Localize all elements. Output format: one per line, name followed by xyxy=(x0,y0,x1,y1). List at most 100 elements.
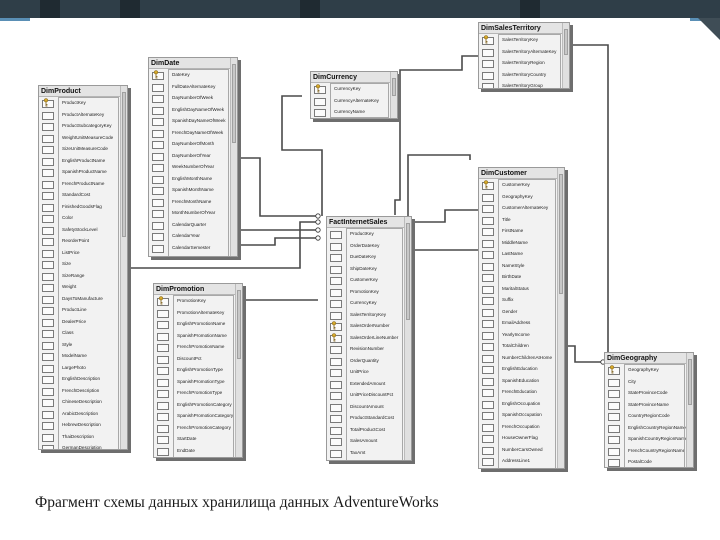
scrollbar-thumb[interactable] xyxy=(564,29,568,55)
scrollbar-thumb[interactable] xyxy=(392,78,396,97)
column-row[interactable]: Title xyxy=(479,214,564,226)
column-row[interactable]: SpanishPromotionCategory xyxy=(154,410,242,422)
column-row[interactable]: FrenchCountryRegionName xyxy=(605,445,693,457)
column-row[interactable]: SizeRange xyxy=(39,270,127,282)
column-row[interactable]: FrenchProductName xyxy=(39,178,127,190)
scrollbar-thumb[interactable] xyxy=(406,223,410,321)
column-row[interactable]: UnitPriceDiscountPct xyxy=(327,389,411,401)
column-row[interactable]: StandardCost xyxy=(39,189,127,201)
table-fact-internet-sales[interactable]: FactInternetSales ProductKey OrderDateKey… xyxy=(326,216,412,461)
column-row[interactable]: EnglishCountryRegionName xyxy=(605,422,693,434)
column-row[interactable]: DaysToManufacture xyxy=(39,293,127,305)
column-row[interactable]: SpanishPromotionType xyxy=(154,376,242,388)
column-row[interactable]: DiscountPct xyxy=(154,353,242,365)
column-row[interactable]: DayNumberOfYear xyxy=(149,150,237,162)
column-row[interactable]: DayNumberOfWeek xyxy=(149,92,237,104)
column-row[interactable]: YearlyIncome xyxy=(479,329,564,341)
column-row[interactable]: NameStyle xyxy=(479,260,564,272)
column-row[interactable]: SalesTerritoryKey xyxy=(479,34,569,46)
column-row[interactable]: TotalChildren xyxy=(479,340,564,352)
column-row[interactable]: FrenchPromotionName xyxy=(154,341,242,353)
column-row[interactable]: ThaiDescription xyxy=(39,431,127,443)
column-row[interactable]: NumberCarsOwned xyxy=(479,444,564,456)
column-row[interactable]: FrenchPromotionType xyxy=(154,387,242,399)
column-row[interactable]: EnglishMonthName xyxy=(149,173,237,185)
column-row[interactable]: SalesTerritoryRegion xyxy=(479,57,569,69)
column-row[interactable]: MonthNumberOfYear xyxy=(149,207,237,219)
column-row[interactable]: PromotionKey xyxy=(327,286,411,298)
table-dim-product[interactable]: DimProduct ProductKey ProductAlternateKey… xyxy=(38,85,128,450)
column-row[interactable]: FinishedGoodsFlag xyxy=(39,201,127,213)
column-row[interactable]: ModelName xyxy=(39,350,127,362)
column-row[interactable]: StateProvinceCode xyxy=(605,387,693,399)
column-row[interactable]: FullDateAlternateKey xyxy=(149,81,237,93)
column-row[interactable]: Suffix xyxy=(479,294,564,306)
table-dim-sales-territory[interactable]: DimSalesTerritory SalesTerritoryKey Sales… xyxy=(478,22,570,89)
column-row[interactable]: FirstName xyxy=(479,225,564,237)
column-row[interactable]: FrenchPromotionCategory xyxy=(154,422,242,434)
column-row[interactable]: PromotionKey xyxy=(154,295,242,307)
scrollbar-thumb[interactable] xyxy=(688,359,692,405)
scrollbar[interactable] xyxy=(562,23,569,88)
column-row[interactable]: MaritalStatus xyxy=(479,283,564,295)
column-row[interactable]: SizeUnitMeasureCode xyxy=(39,143,127,155)
scrollbar-thumb[interactable] xyxy=(122,92,126,238)
scrollbar-thumb[interactable] xyxy=(559,174,563,294)
column-row[interactable]: ExtendedAmount xyxy=(327,378,411,390)
column-row[interactable]: CalendarSemester xyxy=(149,242,237,254)
column-row[interactable]: SpanishProductName xyxy=(39,166,127,178)
column-row[interactable]: CurrencyKey xyxy=(327,297,411,309)
column-row[interactable]: UnitPrice xyxy=(327,366,411,378)
column-row[interactable]: DealerPrice xyxy=(39,316,127,328)
column-row[interactable]: EnglishPromotionName xyxy=(154,318,242,330)
column-row[interactable]: TaxAmt xyxy=(327,447,411,459)
column-row[interactable]: ProductKey xyxy=(327,228,411,240)
column-row[interactable]: ProductAlternateKey xyxy=(39,109,127,121)
column-row[interactable]: BirthDate xyxy=(479,271,564,283)
column-row[interactable]: SalesTerritoryAlternateKey xyxy=(479,46,569,58)
column-row[interactable]: ProductKey xyxy=(39,97,127,109)
column-row[interactable]: CurrencyKey xyxy=(311,83,397,95)
column-row[interactable]: DayNumberOfMonth xyxy=(149,138,237,150)
column-row[interactable]: DateKey xyxy=(149,69,237,81)
column-row[interactable]: SalesTerritoryGroup xyxy=(479,80,569,88)
column-row[interactable]: ProductLine xyxy=(39,304,127,316)
column-row[interactable]: SafetyStockLevel xyxy=(39,224,127,236)
column-row[interactable]: StateProvinceName xyxy=(605,399,693,411)
column-row[interactable]: EndDate xyxy=(154,445,242,457)
column-row[interactable]: Weight xyxy=(39,281,127,293)
column-row[interactable]: EnglishOccupation xyxy=(479,398,564,410)
column-row[interactable]: ArabicDescription xyxy=(39,408,127,420)
column-row[interactable]: GeographyKey xyxy=(479,191,564,203)
column-row[interactable]: EnglishProductName xyxy=(39,155,127,167)
table-dim-promotion[interactable]: DimPromotion PromotionKey PromotionAltern… xyxy=(153,283,243,458)
column-row[interactable]: TotalProductCost xyxy=(327,424,411,436)
column-row[interactable]: CalendarYear xyxy=(149,230,237,242)
column-row[interactable]: GermanDescription xyxy=(39,442,127,449)
column-row[interactable]: HebrewDescription xyxy=(39,419,127,431)
scrollbar[interactable] xyxy=(120,86,127,449)
column-row[interactable]: ProductSubcategoryKey xyxy=(39,120,127,132)
table-dim-date[interactable]: DimDate DateKey FullDateAlternateKey DayNu… xyxy=(148,57,238,257)
column-row[interactable]: FrenchDayNameOfWeek xyxy=(149,127,237,139)
column-row[interactable]: AddressLine2 xyxy=(479,467,564,469)
column-row[interactable]: SpanishEducation xyxy=(479,375,564,387)
table-dim-currency[interactable]: DimCurrency CurrencyKey CurrencyAlternate… xyxy=(310,71,398,119)
column-row[interactable]: ChineseDescription xyxy=(39,396,127,408)
column-row[interactable]: EnglishPromotionCategory xyxy=(154,399,242,411)
column-row[interactable]: SpanishDayNameOfWeek xyxy=(149,115,237,127)
column-row[interactable]: NumberChildrenAtHome xyxy=(479,352,564,364)
scrollbar[interactable] xyxy=(404,217,411,460)
column-row[interactable]: FrenchMonthName xyxy=(149,196,237,208)
column-row[interactable]: AddressLine1 xyxy=(479,455,564,467)
column-row[interactable]: SalesAmount xyxy=(327,435,411,447)
column-row[interactable]: FrenchEducation xyxy=(479,386,564,398)
column-row[interactable]: MiddleName xyxy=(479,237,564,249)
column-row[interactable]: CustomerAlternateKey xyxy=(479,202,564,214)
table-dim-customer[interactable]: DimCustomer CustomerKey GeographyKey Custo… xyxy=(478,167,565,469)
column-row[interactable]: Freight xyxy=(327,458,411,460)
column-row[interactable]: EmailAddress xyxy=(479,317,564,329)
column-row[interactable]: Style xyxy=(39,339,127,351)
column-row[interactable]: City xyxy=(605,376,693,388)
column-row[interactable]: LargePhoto xyxy=(39,362,127,374)
